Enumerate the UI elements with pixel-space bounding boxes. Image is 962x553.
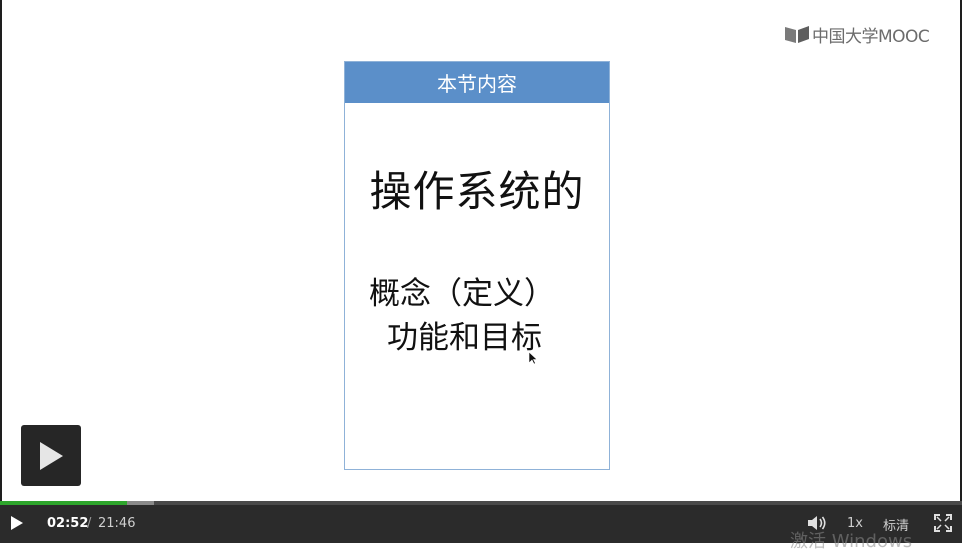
volume-icon[interactable] bbox=[806, 514, 828, 532]
slide-title: 操作系统的 bbox=[369, 167, 585, 216]
slide-line-function: 功能和目标 bbox=[387, 320, 542, 356]
player-controls: 02:52 / 21:46 激活 Windows 1x 标清 bbox=[0, 505, 962, 552]
mooc-logo: 中国大学MOOC bbox=[784, 22, 930, 47]
video-frame-left-border bbox=[0, 0, 2, 503]
slide-card: 本节内容 操作系统的 概念（定义） 功能和目标 bbox=[344, 61, 610, 470]
big-play-button[interactable] bbox=[21, 425, 81, 486]
quality-button[interactable]: 标清 bbox=[883, 515, 909, 534]
speed-button[interactable]: 1x bbox=[847, 516, 863, 531]
fullscreen-icon[interactable] bbox=[934, 514, 952, 532]
play-icon[interactable] bbox=[10, 515, 24, 531]
mouse-cursor-icon bbox=[528, 351, 538, 365]
time-total: 21:46 bbox=[98, 516, 136, 531]
play-icon bbox=[40, 441, 63, 470]
slide-header: 本节内容 bbox=[345, 62, 609, 103]
time-current: 02:52 bbox=[47, 516, 89, 531]
time-separator: / bbox=[87, 516, 92, 531]
mooc-logo-text: 中国大学MOOC bbox=[812, 26, 930, 47]
slide-line-concept: 概念（定义） bbox=[369, 276, 555, 312]
mooc-logo-icon bbox=[785, 26, 809, 43]
